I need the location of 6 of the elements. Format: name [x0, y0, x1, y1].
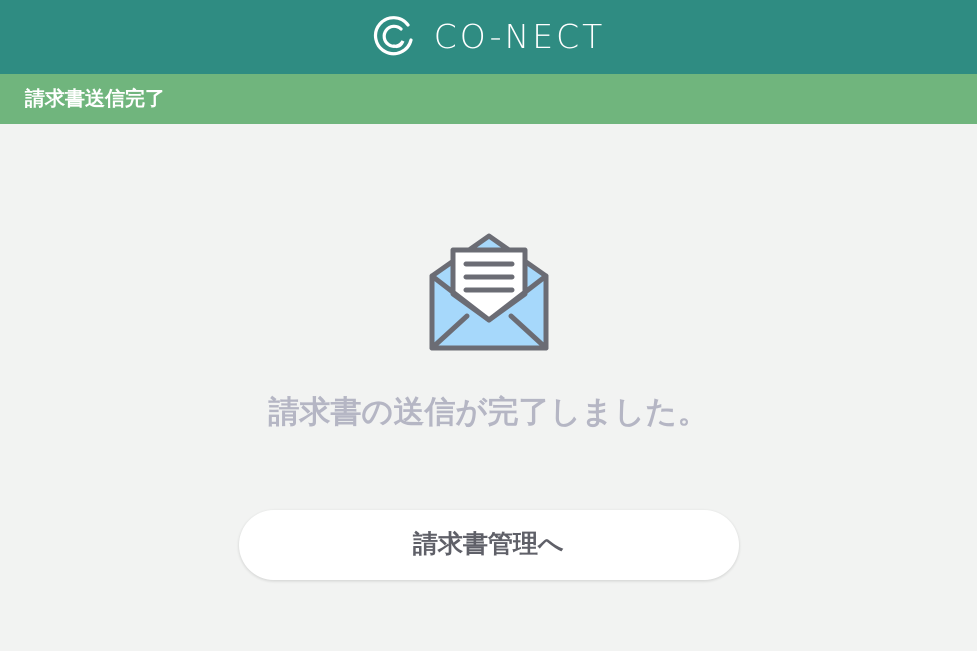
- open-envelope-icon: [428, 232, 548, 353]
- invoice-management-button[interactable]: 請求書管理へ: [238, 510, 738, 580]
- completion-message: 請求書の送信が完了しました。: [268, 393, 708, 431]
- logo-text: CO-NECT: [434, 16, 606, 58]
- logo-icon: [372, 16, 414, 58]
- page-title: 請求書送信完了: [25, 86, 165, 112]
